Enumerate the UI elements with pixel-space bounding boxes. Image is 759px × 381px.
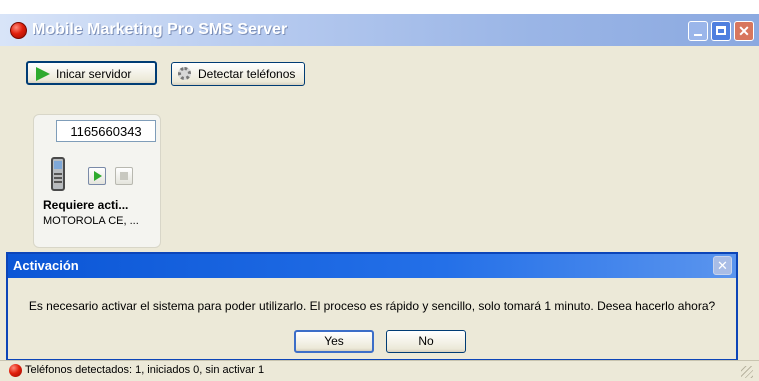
app-status-icon bbox=[10, 22, 27, 39]
title-bar[interactable]: Mobile Marketing Pro SMS Server ✕ bbox=[0, 14, 759, 46]
start-server-button[interactable]: Inicar servidor bbox=[26, 61, 157, 85]
mobile-phone-icon bbox=[51, 157, 65, 191]
app-window: Mobile Marketing Pro SMS Server ✕ Inicar… bbox=[0, 14, 759, 381]
dialog-message: Es necesario activar el sistema para pod… bbox=[28, 299, 716, 313]
resize-grip-icon[interactable] bbox=[741, 366, 753, 378]
activation-dialog: Activación ✕ Es necesario activar el sis… bbox=[6, 252, 738, 361]
window-title: Mobile Marketing Pro SMS Server bbox=[32, 21, 288, 38]
no-button[interactable]: No bbox=[386, 330, 466, 353]
dialog-close-button[interactable]: ✕ bbox=[713, 256, 732, 275]
status-bar: Teléfonos detectados: 1, iniciados 0, si… bbox=[0, 360, 759, 381]
play-icon bbox=[36, 67, 50, 81]
close-button[interactable]: ✕ bbox=[734, 21, 754, 41]
device-model: MOTOROLA CE, ... bbox=[43, 215, 139, 227]
gear-icon bbox=[178, 67, 191, 80]
phone-number-field[interactable] bbox=[56, 120, 156, 142]
device-stop-button[interactable] bbox=[115, 167, 133, 185]
detect-phones-label: Detectar teléfonos bbox=[198, 67, 296, 81]
device-status: Requiere acti... bbox=[43, 198, 129, 212]
minimize-button[interactable] bbox=[688, 21, 708, 41]
detect-phones-button[interactable]: Detectar teléfonos bbox=[171, 62, 305, 86]
device-start-button[interactable] bbox=[88, 167, 106, 185]
maximize-button[interactable] bbox=[711, 21, 731, 41]
yes-button[interactable]: Yes bbox=[294, 330, 374, 353]
status-indicator-icon bbox=[9, 364, 22, 377]
status-text: Teléfonos detectados: 1, iniciados 0, si… bbox=[25, 364, 265, 376]
device-card[interactable]: Requiere acti... MOTOROLA CE, ... bbox=[33, 114, 161, 248]
dialog-title: Activación bbox=[13, 258, 79, 273]
start-server-label: Inicar servidor bbox=[56, 67, 132, 81]
dialog-title-bar[interactable]: Activación ✕ bbox=[8, 254, 736, 278]
